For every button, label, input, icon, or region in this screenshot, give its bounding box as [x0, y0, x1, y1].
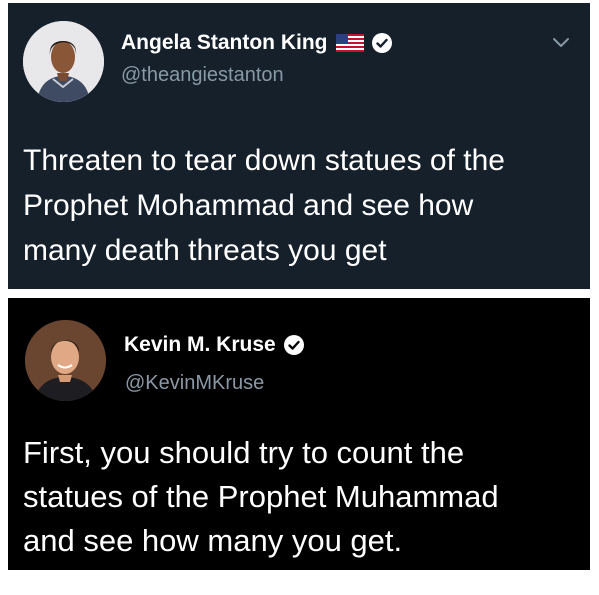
avatar-photo-icon [23, 21, 104, 102]
avatar[interactable] [25, 320, 106, 401]
tweet-card-kevin[interactable]: Kevin M. Kruse @KevinMKruse First, you s… [8, 298, 590, 570]
author-handle[interactable]: @theangiestanton [121, 63, 284, 87]
chevron-down-icon[interactable] [552, 37, 570, 49]
author-handle[interactable]: @KevinMKruse [125, 371, 264, 395]
verified-badge-icon [371, 33, 392, 53]
tweet-text: First, you should try to count the statu… [23, 435, 499, 558]
avatar-photo-icon [25, 320, 106, 401]
author-row: Angela Stanton King [121, 30, 393, 56]
verified-badge-icon [283, 335, 304, 355]
avatar[interactable] [23, 21, 104, 102]
author-name[interactable]: Angela Stanton King [121, 30, 328, 56]
tweet-text: Threaten to tear down statues of the Pro… [23, 144, 505, 267]
tweet-card-angela[interactable]: Angela Stanton King @theangiestanton Thr… [8, 3, 590, 289]
author-row: Kevin M. Kruse [124, 332, 305, 358]
author-name[interactable]: Kevin M. Kruse [124, 332, 276, 358]
us-flag-icon [335, 34, 364, 52]
